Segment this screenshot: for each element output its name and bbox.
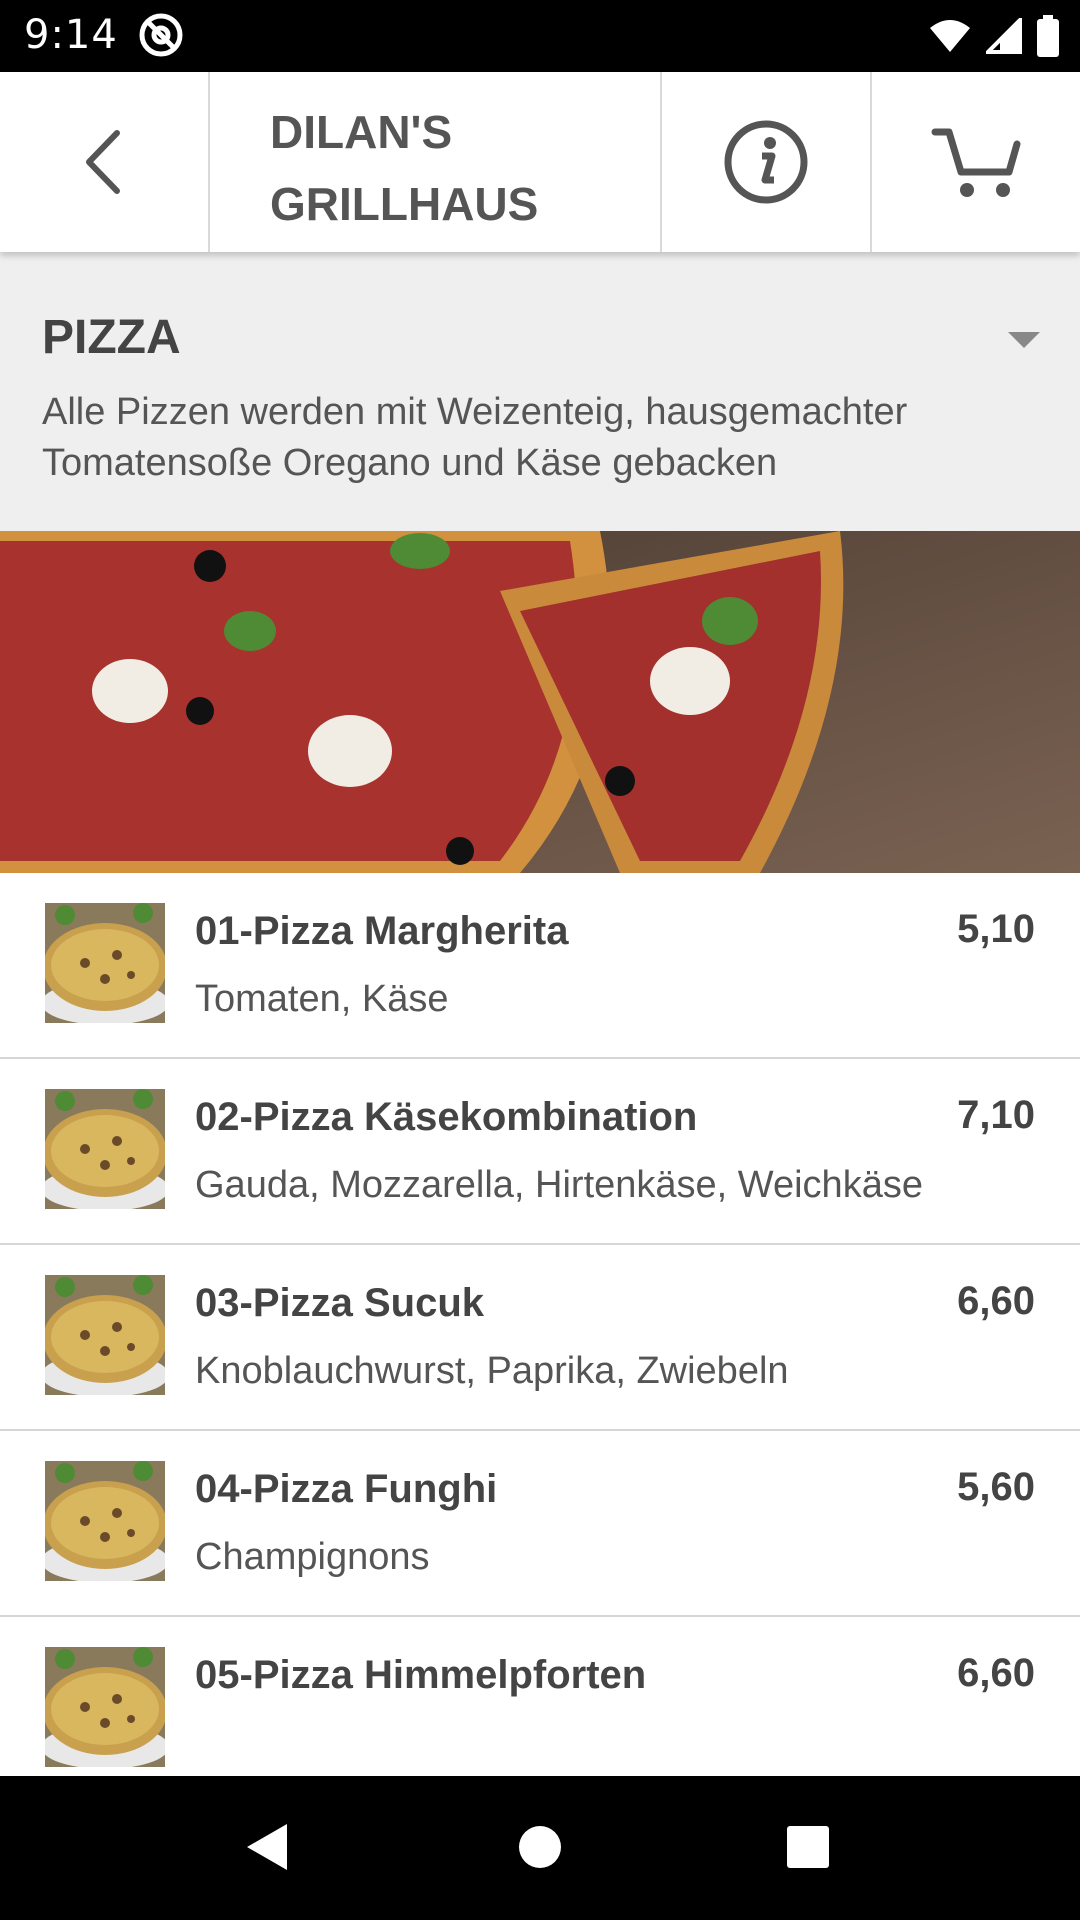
pizza-thumbnail-image <box>45 1647 165 1767</box>
item-name: 02-Pizza Käsekombination <box>195 1095 698 1139</box>
menu-item[interactable]: 05-Pizza Himmelpforten 6,60 <box>0 1617 1080 1797</box>
info-icon <box>724 120 808 204</box>
title-line-1: DILAN'S <box>270 106 453 158</box>
signal-icon <box>986 18 1022 54</box>
menu-item[interactable]: 03-Pizza Sucuk Knoblauchwurst, Paprika, Z… <box>0 1245 1080 1431</box>
item-description: Gauda, Mozzarella, Hirtenkäse, Weichkäse <box>195 1164 923 1206</box>
item-description: Knoblauchwurst, Paprika, Zwiebeln <box>195 1350 789 1392</box>
info-button[interactable] <box>662 72 870 252</box>
item-price: 5,10 <box>957 907 1035 951</box>
status-time: 9:14 <box>24 12 118 58</box>
pizza-thumbnail-image <box>45 1089 165 1209</box>
menu-item[interactable]: 04-Pizza Funghi Champignons 5,60 <box>0 1431 1080 1617</box>
category-header[interactable]: PIZZA Alle Pizzen werden mit Weizenteig,… <box>0 252 1080 531</box>
home-nav-icon[interactable] <box>518 1825 562 1869</box>
item-description: Tomaten, Käse <box>195 978 449 1020</box>
status-bar: 9:14 <box>0 0 1080 72</box>
item-price: 5,60 <box>957 1465 1035 1509</box>
chevron-left-icon <box>86 130 120 194</box>
recents-nav-icon[interactable] <box>786 1825 830 1869</box>
wifi-icon <box>930 20 970 52</box>
battery-icon <box>1037 15 1059 57</box>
at-sign-icon <box>139 13 183 57</box>
category-title: PIZZA <box>42 311 181 364</box>
item-name: 04-Pizza Funghi <box>195 1467 498 1511</box>
item-description: Champignons <box>195 1536 430 1578</box>
pizza-thumbnail-image <box>45 1275 165 1395</box>
menu-item[interactable]: 02-Pizza Käsekombination Gauda, Mozzarell… <box>0 1059 1080 1245</box>
back-nav-icon[interactable] <box>245 1822 289 1872</box>
app-header: DILAN'S GRILLHAUS <box>0 72 1080 252</box>
dropdown-arrow-icon[interactable] <box>1008 332 1040 348</box>
item-name: 05-Pizza Himmelpforten <box>195 1653 647 1697</box>
category-banner-image <box>0 531 1080 873</box>
title-line-2: GRILLHAUS <box>270 178 539 230</box>
menu-item[interactable]: 01-Pizza Margherita Tomaten, Käse 5,10 <box>0 873 1080 1059</box>
navigation-bar <box>0 1776 1080 1920</box>
menu-item-list: 01-Pizza Margherita Tomaten, Käse 5,10 02-… <box>0 873 1080 1797</box>
cart-button[interactable] <box>872 72 1080 252</box>
cart-icon <box>931 128 1021 197</box>
pizza-thumbnail-image <box>45 903 165 1023</box>
item-price: 6,60 <box>957 1651 1035 1695</box>
category-description: Alle Pizzen werden mit Weizenteig, hausg… <box>42 391 908 484</box>
back-button[interactable] <box>0 72 208 252</box>
restaurant-title: DILAN'S GRILLHAUS <box>210 72 660 252</box>
item-name: 01-Pizza Margherita <box>195 909 569 953</box>
status-icons <box>928 14 1060 58</box>
item-name: 03-Pizza Sucuk <box>195 1281 485 1325</box>
pizza-banner-image <box>0 531 1080 873</box>
item-price: 6,60 <box>957 1279 1035 1323</box>
pizza-thumbnail-image <box>45 1461 165 1581</box>
item-price: 7,10 <box>957 1093 1035 1137</box>
